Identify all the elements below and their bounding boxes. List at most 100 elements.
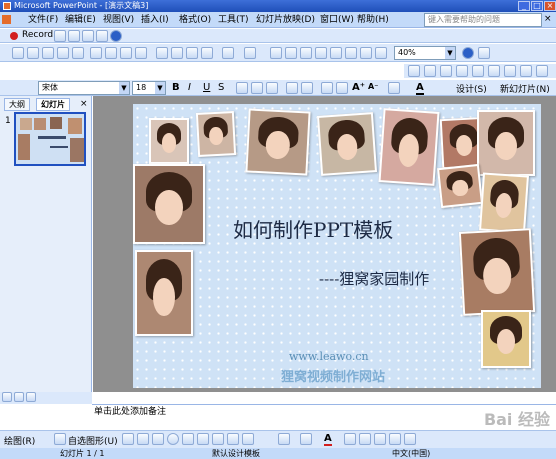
slideshow-icon[interactable] — [26, 392, 36, 402]
decrease-indent-icon[interactable] — [336, 82, 348, 94]
rotate-icon[interactable] — [488, 65, 500, 77]
draw-menu-button[interactable]: 绘图(R) — [4, 434, 35, 447]
insert-picture-icon[interactable] — [408, 65, 420, 77]
align-center-icon[interactable] — [251, 82, 263, 94]
research-icon[interactable] — [135, 47, 147, 59]
font-color-icon[interactable]: A — [324, 433, 332, 446]
maximize-button[interactable]: □ — [531, 1, 543, 11]
undo-icon[interactable] — [222, 47, 234, 59]
bold-button[interactable]: B — [172, 82, 180, 93]
permission-icon[interactable] — [57, 47, 69, 59]
textbox-icon[interactable] — [182, 433, 194, 445]
clipart-icon[interactable] — [227, 433, 239, 445]
menu-slideshow[interactable]: 幻灯片放映(D) — [254, 14, 317, 26]
oval-icon[interactable] — [167, 433, 179, 445]
shadow-style-icon[interactable] — [389, 433, 401, 445]
select-objects-icon[interactable] — [54, 433, 66, 445]
menu-format[interactable]: 格式(O) — [177, 14, 213, 26]
camera-icon[interactable] — [68, 30, 80, 42]
expand-icon[interactable] — [330, 47, 342, 59]
show-formatting-icon[interactable] — [345, 47, 357, 59]
menu-view[interactable]: 视图(V) — [101, 14, 136, 26]
menu-insert[interactable]: 插入(I) — [139, 14, 171, 26]
increase-font-icon[interactable]: A⁺ — [352, 82, 365, 93]
help-search-input[interactable]: 键入需要帮助的问题 — [424, 13, 542, 27]
menu-help[interactable]: 帮助(H) — [355, 14, 391, 26]
new-icon[interactable] — [12, 47, 24, 59]
normal-view-icon[interactable] — [2, 392, 12, 402]
line-style-icon[interactable] — [344, 433, 356, 445]
format-painter-icon[interactable] — [201, 47, 213, 59]
shadow-button[interactable]: S — [218, 82, 224, 93]
menu-file[interactable]: 文件(F) — [26, 14, 60, 26]
grid-icon[interactable] — [360, 47, 372, 59]
zoom-select[interactable]: 40% ▼ — [394, 46, 456, 60]
brightness-icon[interactable] — [456, 65, 468, 77]
print-preview-icon[interactable] — [105, 47, 117, 59]
font-color-icon[interactable]: A — [416, 82, 424, 95]
stop-icon[interactable] — [54, 30, 66, 42]
reset-picture-icon[interactable] — [536, 65, 548, 77]
align-left-icon[interactable] — [236, 82, 248, 94]
chart-icon[interactable] — [270, 47, 282, 59]
email-icon[interactable] — [72, 47, 84, 59]
design-button[interactable]: 设计(S) — [456, 82, 487, 95]
line-color-icon[interactable] — [300, 433, 312, 445]
color-grayscale-icon[interactable] — [375, 47, 387, 59]
close-pane-icon[interactable]: × — [80, 99, 88, 109]
slide-thumbnail[interactable] — [14, 112, 86, 166]
indent-icon[interactable] — [388, 82, 400, 94]
image-icon[interactable] — [96, 30, 108, 42]
slide-canvas[interactable]: 如何制作PPT模板 ----狸窝家园制作 www.leawo.cn 狸窝视频制作… — [133, 104, 541, 388]
help-icon[interactable] — [110, 30, 122, 42]
menu-tools[interactable]: 工具(T) — [216, 14, 251, 26]
autoshapes-button[interactable]: 自选图形(U) — [68, 434, 118, 447]
spelling-icon[interactable] — [120, 47, 132, 59]
menu-window[interactable]: 窗口(W) — [318, 14, 356, 26]
arrow-icon[interactable] — [137, 433, 149, 445]
italic-button[interactable]: I — [188, 82, 191, 93]
record-button[interactable]: Record — [22, 30, 53, 40]
numbering-icon[interactable] — [286, 82, 298, 94]
contrast-icon[interactable] — [440, 65, 452, 77]
paste-icon[interactable] — [186, 47, 198, 59]
3d-style-icon[interactable] — [404, 433, 416, 445]
wordart-icon[interactable] — [197, 433, 209, 445]
close-doc-icon[interactable]: × — [544, 14, 552, 24]
help-icon[interactable] — [462, 47, 474, 59]
minimize-button[interactable]: _ — [518, 1, 530, 11]
slide-sorter-icon[interactable] — [14, 392, 24, 402]
decrease-font-icon[interactable]: A⁻ — [368, 82, 378, 91]
close-button[interactable]: × — [544, 1, 556, 11]
align-right-icon[interactable] — [266, 82, 278, 94]
increase-indent-icon[interactable] — [321, 82, 333, 94]
line-icon[interactable] — [122, 433, 134, 445]
insert-picture-icon[interactable] — [242, 433, 254, 445]
dash-style-icon[interactable] — [359, 433, 371, 445]
rectangle-icon[interactable] — [152, 433, 164, 445]
new-slide-button[interactable]: 新幻灯片(N) — [500, 82, 550, 95]
cut-icon[interactable] — [156, 47, 168, 59]
toolbar-options-icon[interactable] — [478, 47, 490, 59]
font-size-select[interactable]: 18 ▼ — [132, 81, 166, 95]
compress-icon[interactable] — [520, 65, 532, 77]
arrow-style-icon[interactable] — [374, 433, 386, 445]
line-style-icon[interactable] — [504, 65, 516, 77]
hyperlink-icon[interactable] — [315, 47, 327, 59]
fill-color-icon[interactable] — [278, 433, 290, 445]
tab-slides[interactable]: 幻灯片 — [36, 98, 70, 111]
slide-title[interactable]: 如何制作PPT模板 — [233, 214, 393, 243]
bullets-icon[interactable] — [301, 82, 313, 94]
monitor-icon[interactable] — [82, 30, 94, 42]
color-icon[interactable] — [424, 65, 436, 77]
tables-borders-icon[interactable] — [300, 47, 312, 59]
diagram-icon[interactable] — [212, 433, 224, 445]
open-icon[interactable] — [27, 47, 39, 59]
save-icon[interactable] — [42, 47, 54, 59]
table-icon[interactable] — [285, 47, 297, 59]
underline-button[interactable]: U — [203, 82, 210, 93]
crop-icon[interactable] — [472, 65, 484, 77]
tab-outline[interactable]: 大纲 — [4, 98, 30, 111]
menu-edit[interactable]: 编辑(E) — [63, 14, 98, 26]
redo-icon[interactable] — [244, 47, 256, 59]
